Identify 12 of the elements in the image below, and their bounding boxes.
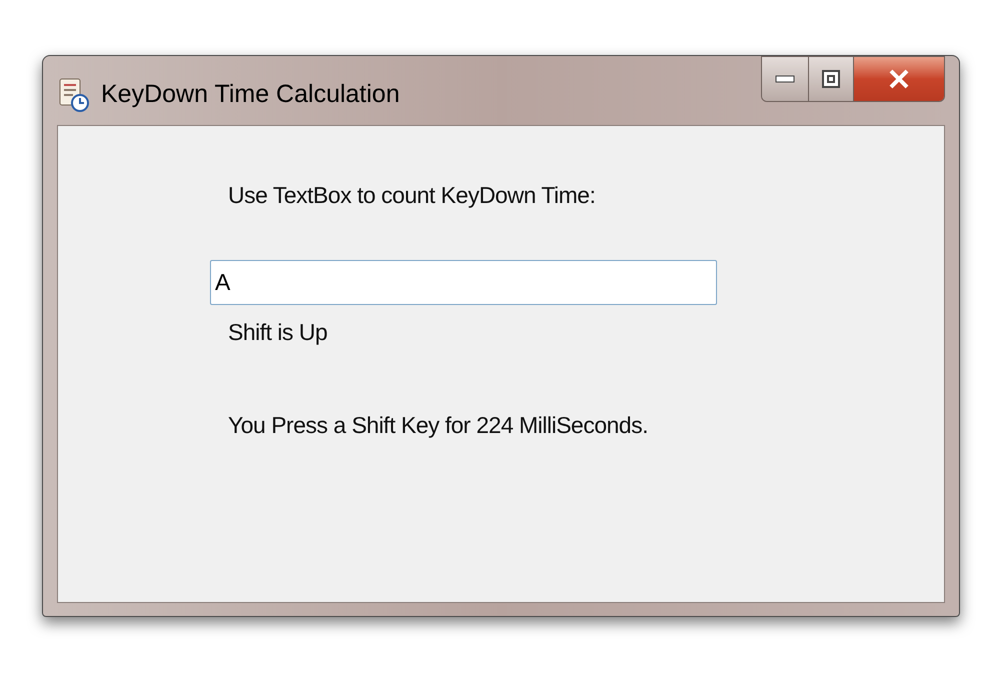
close-icon — [888, 69, 910, 89]
window-title: KeyDown Time Calculation — [101, 79, 400, 110]
result-label: You Press a Shift Key for 224 MilliSeconds. — [228, 411, 649, 440]
close-button[interactable] — [854, 57, 944, 101]
maximize-icon — [821, 69, 841, 89]
app-icon — [57, 76, 91, 113]
minimize-icon — [775, 75, 795, 83]
input-field[interactable]: A — [210, 260, 717, 304]
prompt-label: Use TextBox to count KeyDown Time: — [228, 181, 596, 210]
shift-status-label: Shift is Up — [228, 318, 328, 347]
minimize-button[interactable] — [762, 57, 809, 101]
maximize-button[interactable] — [809, 57, 854, 101]
